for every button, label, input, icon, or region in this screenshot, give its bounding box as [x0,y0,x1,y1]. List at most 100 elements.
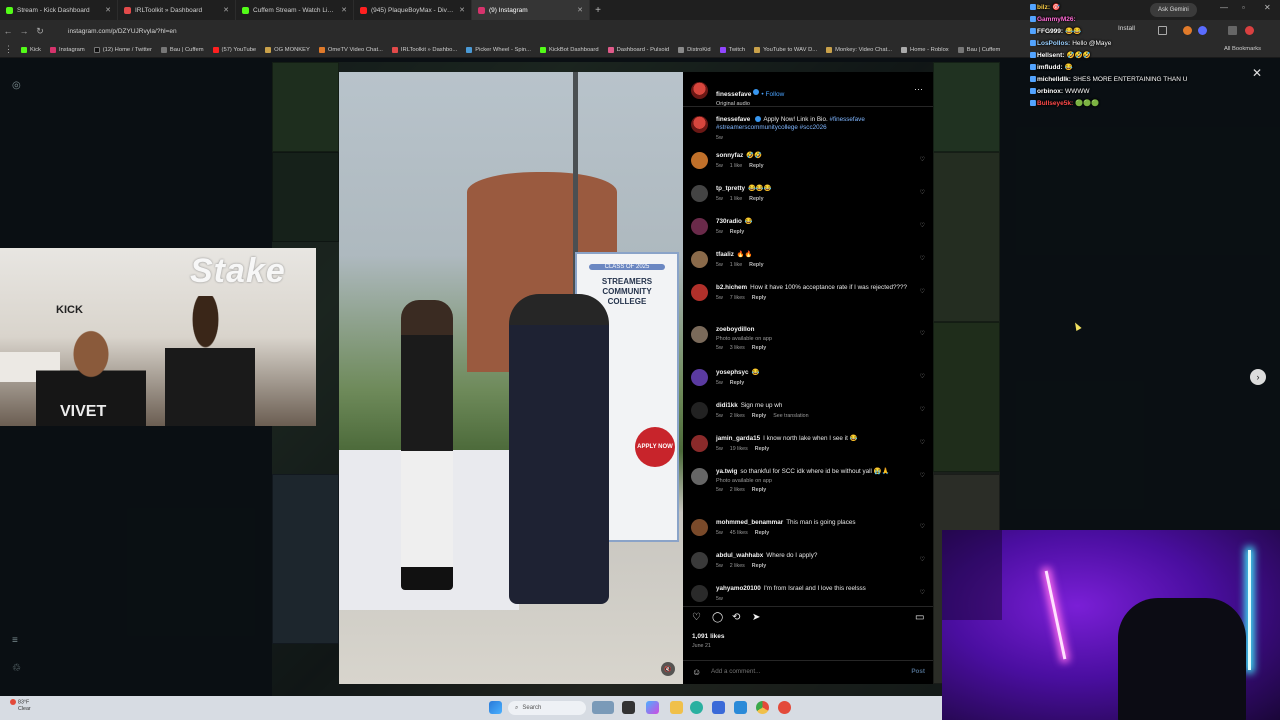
comment-likes[interactable]: 2 likes [730,413,745,419]
reply-button[interactable]: Reply [752,563,766,569]
forward-icon[interactable]: → [16,26,32,36]
taskbar-search[interactable]: ⌕ Search [508,701,586,715]
comment-likes[interactable]: 1 like [730,196,742,202]
chat-username[interactable]: LosPollos: [1037,40,1070,47]
comment-like-heart-icon[interactable]: ♡ [920,189,925,196]
post-video[interactable]: CLASS OF 2025 STREAMERS COMMUNITY COLLEG… [339,72,683,684]
commenter-avatar[interactable] [691,435,708,452]
comment-username[interactable]: b2.hichem [716,284,747,291]
comment-like-heart-icon[interactable]: ♡ [920,330,925,337]
reply-button[interactable]: Reply [730,380,744,386]
comment-likes[interactable]: 1 like [730,262,742,268]
commenter-avatar[interactable] [691,218,708,235]
chat-username[interactable]: GammyM26: [1037,16,1076,23]
back-icon[interactable]: ← [0,26,16,36]
commenter-avatar[interactable] [691,468,708,485]
tab-kick-dashboard[interactable]: Stream - Kick Dashboard ✕ [0,0,118,20]
commenter-avatar[interactable] [691,152,708,169]
author-username[interactable]: finessefave [716,91,751,98]
chat-username[interactable]: FFG999: [1037,28,1063,35]
bookmark-item[interactable]: KickBot Dashboard [539,46,599,53]
close-icon[interactable]: ✕ [223,6,229,14]
reply-button[interactable]: Reply [752,345,766,351]
bookmark-item[interactable]: Instagram [49,46,85,53]
commenter-avatar[interactable] [691,326,708,343]
menu-icon[interactable]: ≡ [12,635,18,646]
profile-avatar[interactable] [1245,26,1254,35]
instagram-logo-icon[interactable]: ◎ [12,80,21,91]
comment-like-heart-icon[interactable]: ♡ [920,406,925,413]
comment-like-heart-icon[interactable]: ♡ [920,255,925,262]
reply-button[interactable]: Reply [730,229,744,235]
bookmark-item[interactable]: Picker Wheel - Spin... [466,46,531,53]
meta-icon[interactable]: ♲ [12,663,21,674]
reply-button[interactable]: Reply [752,413,766,419]
tab-youtube[interactable]: (945) PlaqueBoyMax - Diva (Of ✕ [354,0,472,20]
comment-username[interactable]: tfaaliz [716,251,734,258]
comment-like-heart-icon[interactable]: ♡ [920,222,925,229]
bookmark-item[interactable]: Bau | Cuffem [160,46,204,53]
chat-username[interactable]: orbinox: [1037,88,1063,95]
bookmark-item[interactable]: OG MONKEY [265,46,310,53]
comment-likes[interactable]: 1 like [730,163,742,169]
close-icon[interactable]: ✕ [105,6,111,14]
comment-like-heart-icon[interactable]: ♡ [920,439,925,446]
comment-username[interactable]: 730radio [716,218,742,225]
close-window-icon[interactable]: ✕ [1264,3,1271,12]
comment-username[interactable]: mohmmed_benammar [716,519,783,526]
bookmark-item[interactable]: DistroKid [678,46,711,53]
widgets-icon[interactable] [592,701,614,714]
edge-icon[interactable] [690,701,703,714]
comment-like-heart-icon[interactable]: ♡ [920,523,925,530]
bookmark-item[interactable]: IRLToolkit » Dashbo... [391,46,457,53]
bookmark-item[interactable]: Twitch [719,46,745,53]
weather-widget[interactable]: 83°F Clear [10,699,31,713]
chat-username[interactable]: Hellsent: [1037,52,1064,59]
bookmark-item[interactable]: Monkey: Video Chat... [826,46,892,53]
chat-username[interactable]: bilz: [1037,4,1050,11]
commenter-avatar[interactable] [691,552,708,569]
commenter-avatar[interactable] [691,402,708,419]
next-post-arrow-icon[interactable]: › [1250,369,1266,385]
comment-like-heart-icon[interactable]: ♡ [920,156,925,163]
comment-likes[interactable]: 3 likes [730,345,745,351]
bookmark-item[interactable]: Bau | Cuffem [957,46,1000,53]
commenter-avatar[interactable] [691,185,708,202]
reply-button[interactable]: Reply [749,163,763,169]
task-view-icon[interactable] [622,701,635,714]
follow-button[interactable]: • Follow [761,91,784,98]
copilot-icon[interactable] [646,701,659,714]
tab-instagram[interactable]: (9) Instagram ✕ [472,0,590,20]
file-explorer-icon[interactable] [670,701,683,714]
apps-icon[interactable]: ⋮ [4,44,13,55]
commenter-avatar[interactable] [691,251,708,268]
comment-username[interactable]: yahyamo20100 [716,585,761,592]
comment-username[interactable]: didi1kk [716,402,738,409]
reply-button[interactable]: Reply [752,295,766,301]
comment-username[interactable]: yosephsyc [716,369,749,376]
reload-icon[interactable]: ↻ [32,26,48,37]
comment-username[interactable]: zoeboydillon [716,326,754,333]
bookmark-item[interactable]: Home - Roblox [901,46,949,53]
comment-likes[interactable]: 19 likes [730,446,748,452]
reply-button[interactable]: Reply [752,487,766,493]
more-options-icon[interactable]: ⋯ [914,84,923,95]
bookmark-item[interactable]: (57) YouTube [212,46,256,53]
chrome-icon[interactable] [756,701,769,714]
author-avatar[interactable] [691,116,708,133]
audio-mute-icon[interactable]: 🔇 [661,662,675,676]
store-icon[interactable] [712,701,725,714]
app-icon[interactable] [778,701,791,714]
comment-username[interactable]: abdul_wahhabx [716,552,763,559]
comment-like-heart-icon[interactable]: ♡ [920,472,925,479]
commenter-avatar[interactable] [691,369,708,386]
bookmark-item[interactable]: Kick [21,46,41,53]
close-icon[interactable]: ✕ [341,6,347,14]
commenter-avatar[interactable] [691,519,708,536]
comment-username[interactable]: sonnyfaz [716,152,743,159]
chat-username[interactable]: imfludd: [1037,64,1063,71]
comment-like-heart-icon[interactable]: ♡ [920,288,925,295]
close-modal-icon[interactable]: ✕ [1252,66,1262,80]
start-windows-icon[interactable] [489,701,502,714]
tab-irltoolkit[interactable]: IRLToolkit » Dashboard ✕ [118,0,236,20]
